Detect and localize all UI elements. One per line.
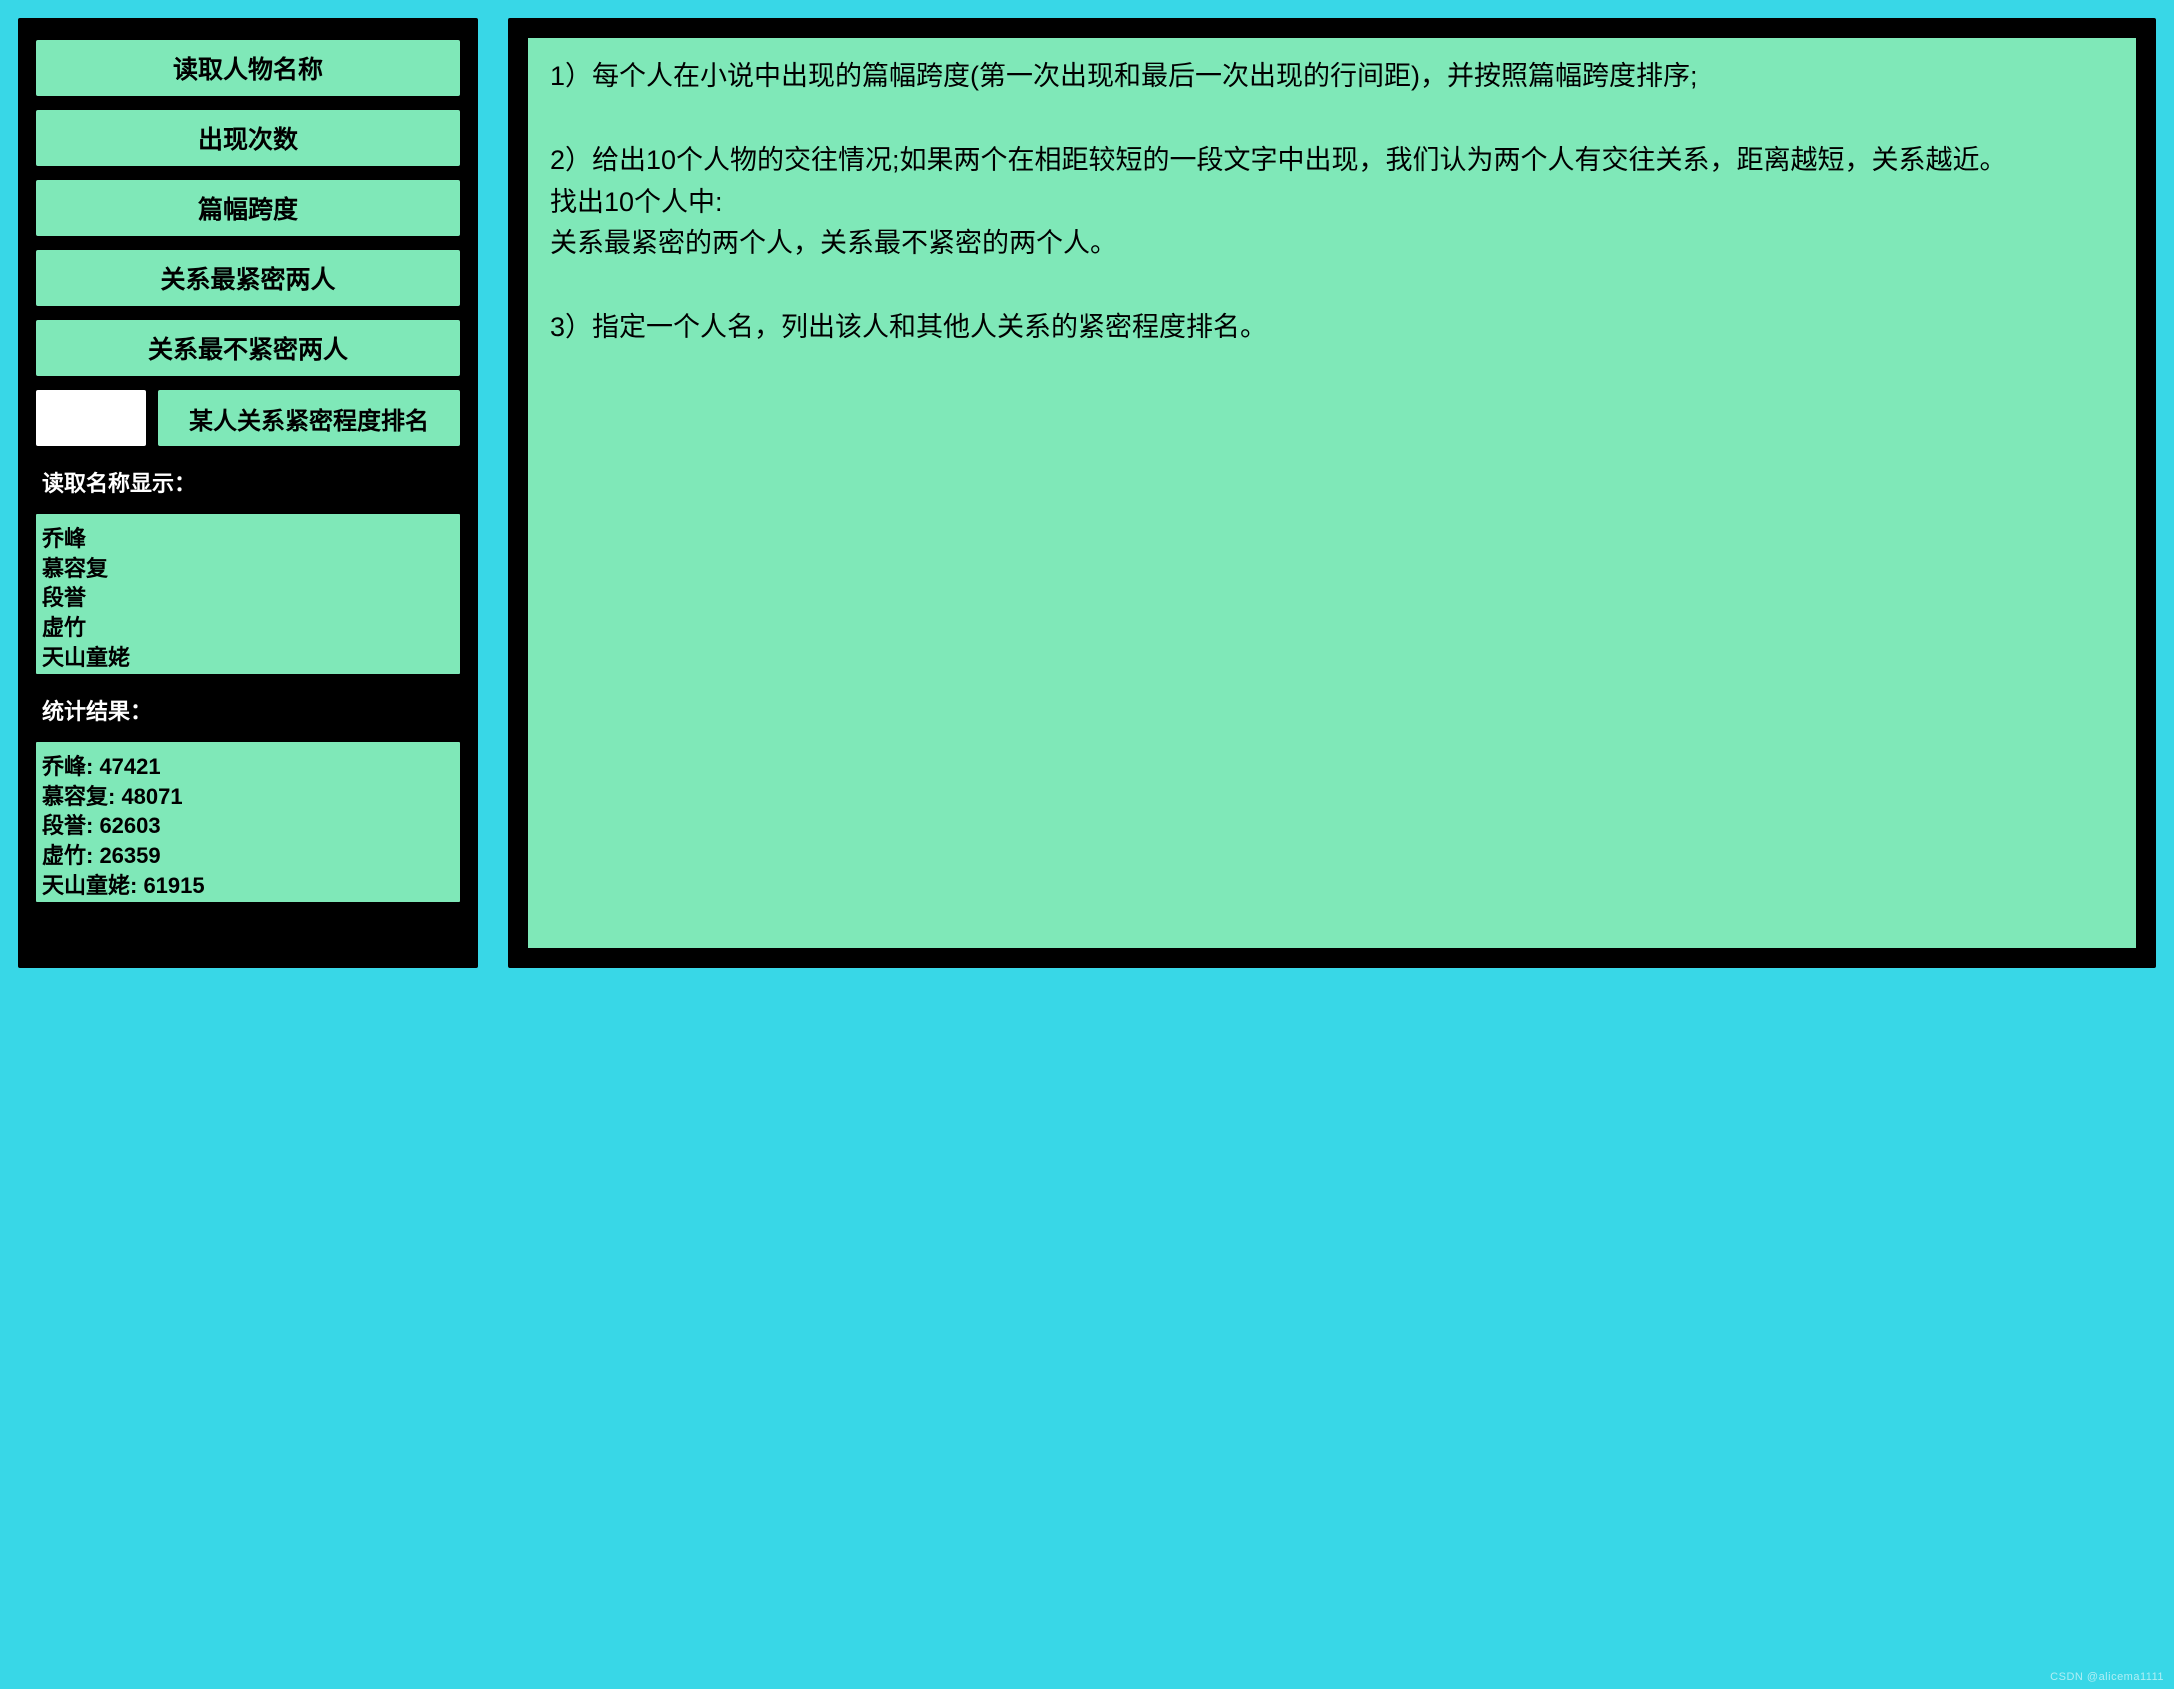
names-list-box[interactable]: 乔峰 慕容复 段誉 虚竹 天山童姥 李秋水 — [36, 514, 460, 674]
control-panel: 读取人物名称 出现次数 篇幅跨度 关系最紧密两人 关系最不紧密两人 某人关系紧密… — [18, 18, 478, 968]
closest-pair-button[interactable]: 关系最紧密两人 — [36, 250, 460, 306]
name-input[interactable] — [36, 390, 146, 446]
instruction-line: 1）每个人在小说中出现的篇幅跨度(第一次出现和最后一次出现的行间距)，并按照篇幅… — [550, 56, 2114, 98]
read-names-button[interactable]: 读取人物名称 — [36, 40, 460, 96]
list-item: 段誉 — [38, 583, 454, 613]
list-item: 乔峰: 47421 — [38, 752, 454, 782]
stats-result-box[interactable]: 乔峰: 47421 慕容复: 48071 段誉: 62603 虚竹: 26359… — [36, 742, 460, 902]
names-display-label: 读取名称显示： — [36, 460, 460, 500]
list-item: 慕容复 — [38, 554, 454, 584]
instructions-content: 1）每个人在小说中出现的篇幅跨度(第一次出现和最后一次出现的行间距)，并按照篇幅… — [528, 38, 2136, 948]
farthest-pair-button[interactable]: 关系最不紧密两人 — [36, 320, 460, 376]
rank-button[interactable]: 某人关系紧密程度排名 — [158, 390, 460, 446]
instruction-line: 找出10个人中: — [550, 182, 2114, 224]
instruction-line: 2）给出10个人物的交往情况;如果两个在相距较短的一段文字中出现，我们认为两个人… — [550, 140, 2114, 182]
list-item: 慕容复: 48071 — [38, 782, 454, 812]
span-button[interactable]: 篇幅跨度 — [36, 180, 460, 236]
list-item: 李秋水: 13028 — [38, 900, 454, 902]
instructions-panel: 1）每个人在小说中出现的篇幅跨度(第一次出现和最后一次出现的行间距)，并按照篇幅… — [508, 18, 2156, 968]
list-item: 乔峰 — [38, 524, 454, 554]
list-item: 天山童姥: 61915 — [38, 871, 454, 901]
instruction-line: 3）指定一个人名，列出该人和其他人关系的紧密程度排名。 — [550, 307, 2114, 349]
list-item: 天山童姥 — [38, 643, 454, 673]
count-button[interactable]: 出现次数 — [36, 110, 460, 166]
instruction-line: 关系最紧密的两个人，关系最不紧密的两个人。 — [550, 223, 2114, 265]
stats-result-label: 统计结果： — [36, 688, 460, 728]
list-item: 虚竹: 26359 — [38, 841, 454, 871]
list-item: 段誉: 62603 — [38, 811, 454, 841]
list-item: 李秋水 — [38, 672, 454, 674]
watermark: CSDN @alicema1111 — [2050, 1671, 2164, 1683]
list-item: 虚竹 — [38, 613, 454, 643]
rank-row: 某人关系紧密程度排名 — [36, 390, 460, 446]
